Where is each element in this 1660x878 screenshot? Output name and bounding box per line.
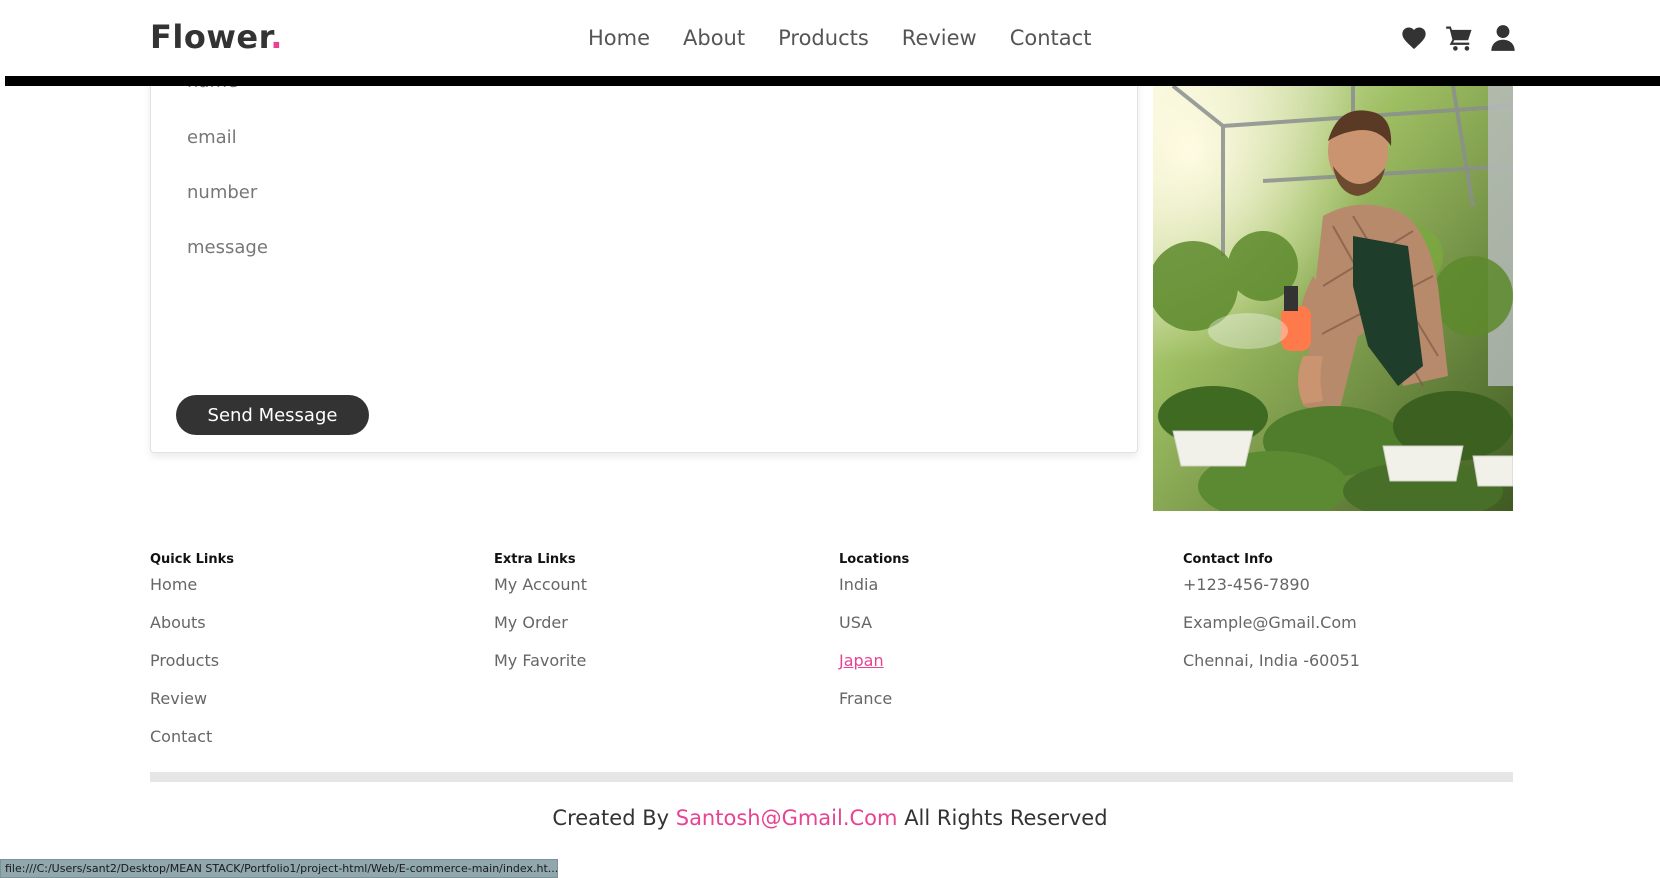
- footer-extra-links: Extra Links My Account My Order My Favor…: [494, 552, 587, 689]
- credit-suffix: All Rights Reserved: [904, 806, 1108, 830]
- site-header: Flower. Home About Products Review Conta…: [0, 0, 1660, 76]
- nav-about[interactable]: About: [683, 26, 745, 50]
- location-japan[interactable]: Japan: [839, 651, 909, 689]
- nav-contact[interactable]: Contact: [1010, 26, 1092, 50]
- header-icons: [1400, 24, 1518, 52]
- logo-text: Flower: [150, 18, 271, 56]
- footer-link-my-favorite[interactable]: My Favorite: [494, 651, 587, 689]
- logo[interactable]: Flower.: [150, 18, 283, 56]
- contact-email[interactable]: Example@Gmail.Com: [1183, 613, 1360, 651]
- footer-link-my-order[interactable]: My Order: [494, 613, 587, 651]
- contact-info-title: Contact Info: [1183, 552, 1273, 567]
- browser-status-url: file:///C:/Users/sant2/Desktop/MEAN STAC…: [0, 859, 558, 878]
- extra-links-title: Extra Links: [494, 552, 576, 567]
- cart-icon[interactable]: [1445, 24, 1473, 52]
- credit-prefix: Created By: [552, 806, 670, 830]
- location-usa[interactable]: USA: [839, 613, 909, 651]
- contact-address[interactable]: Chennai, India -60051: [1183, 651, 1360, 689]
- footer-link-review[interactable]: Review: [150, 689, 234, 727]
- header-border: [5, 76, 1660, 86]
- email-field[interactable]: email: [187, 127, 237, 148]
- nav-review[interactable]: Review: [902, 26, 977, 50]
- footer-credit: Created By Santosh@Gmail.Com All Rights …: [0, 806, 1660, 830]
- credit-brand: Santosh@Gmail.Com: [675, 806, 898, 830]
- main-nav: Home About Products Review Contact: [588, 26, 1124, 50]
- footer-link-abouts[interactable]: Abouts: [150, 613, 234, 651]
- gardener-photo: [1153, 86, 1513, 511]
- contact-phone[interactable]: +123-456-7890: [1183, 575, 1360, 613]
- user-icon[interactable]: [1490, 24, 1518, 52]
- footer-quick-links: Quick Links Home Abouts Products Review …: [150, 552, 234, 765]
- footer-contact-info: Contact Info +123-456-7890 Example@Gmail…: [1183, 552, 1360, 689]
- locations-title: Locations: [839, 552, 910, 567]
- heart-icon[interactable]: [1400, 24, 1428, 52]
- nav-products[interactable]: Products: [778, 26, 869, 50]
- footer-link-my-account[interactable]: My Account: [494, 575, 587, 613]
- footer-locations: Locations India USA Japan France: [839, 552, 909, 727]
- message-field[interactable]: message: [187, 237, 268, 258]
- contact-form: name email number message Send Message: [150, 66, 1138, 453]
- nav-home[interactable]: Home: [588, 26, 650, 50]
- footer-divider: [150, 772, 1513, 782]
- send-message-button[interactable]: Send Message: [176, 395, 369, 435]
- logo-dot: .: [270, 18, 283, 56]
- location-france[interactable]: France: [839, 689, 909, 727]
- footer-link-products[interactable]: Products: [150, 651, 234, 689]
- number-field[interactable]: number: [187, 182, 257, 203]
- location-india[interactable]: India: [839, 575, 909, 613]
- footer-link-contact[interactable]: Contact: [150, 727, 234, 765]
- quick-links-title: Quick Links: [150, 552, 235, 567]
- footer-link-home[interactable]: Home: [150, 575, 234, 613]
